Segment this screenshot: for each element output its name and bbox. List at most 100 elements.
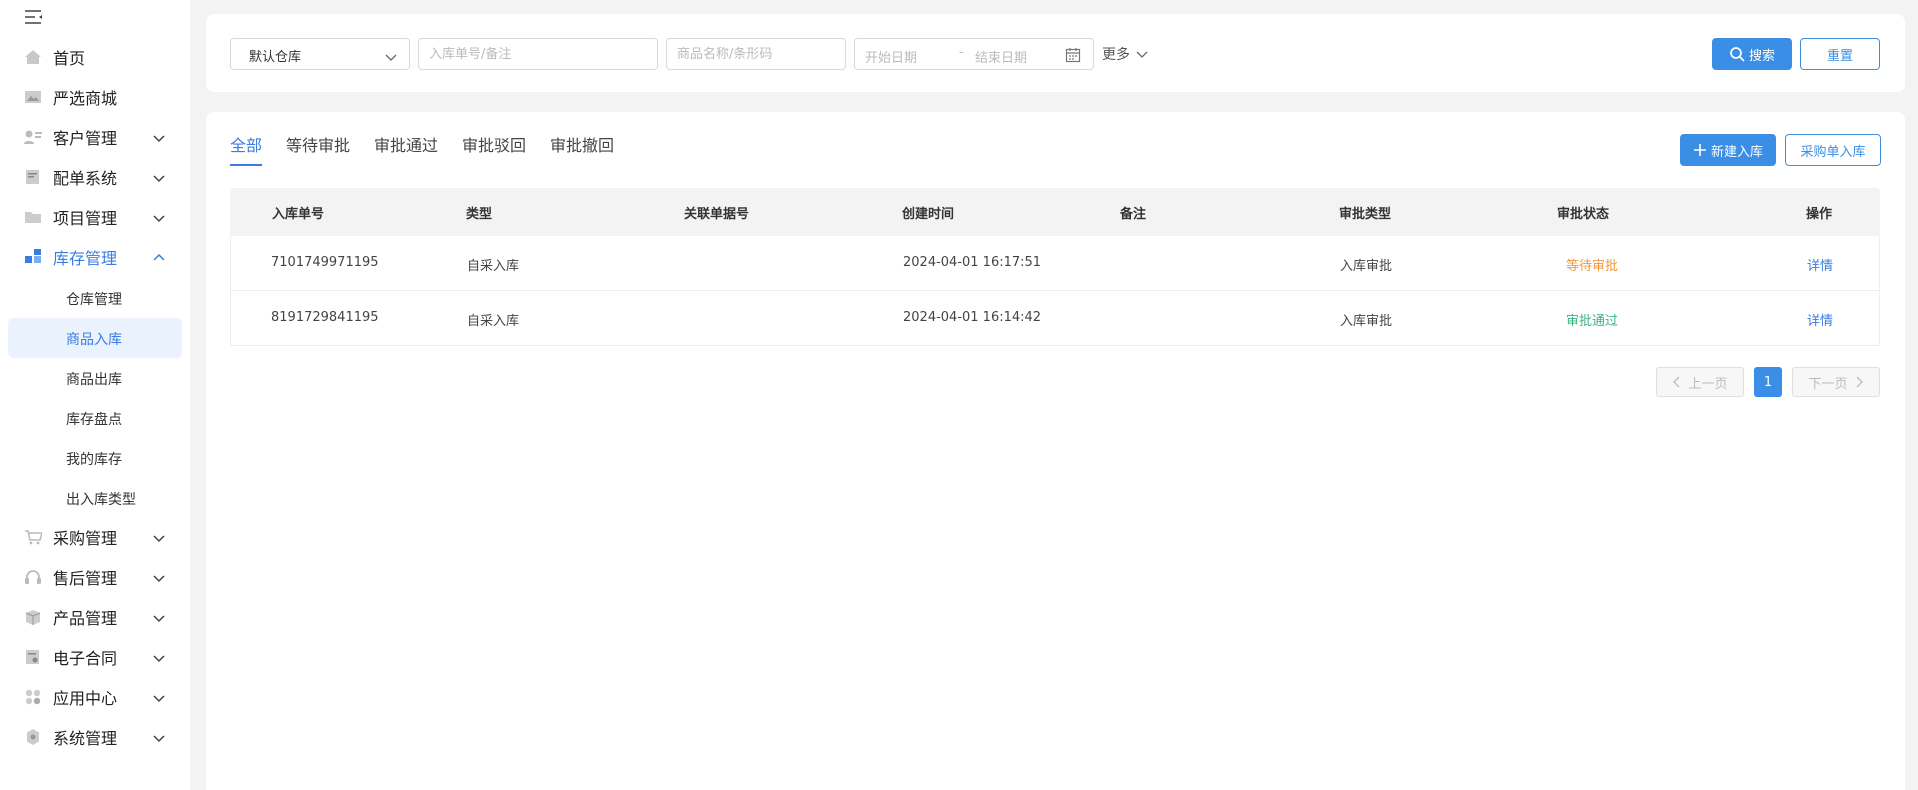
menu-collapse-icon[interactable]: [24, 8, 44, 28]
table-row: 7101749971195 自采入库 2024-04-01 16:17:51 入…: [230, 236, 1880, 291]
sidebar-item-mall[interactable]: 严选商城: [8, 77, 182, 117]
end-date-input[interactable]: 结束日期: [975, 47, 1027, 66]
new-inbound-button[interactable]: 新建入库: [1680, 134, 1776, 166]
sidebar-item-label: 售后管理: [53, 569, 118, 588]
tab-withdrawn[interactable]: 审批撤回: [550, 132, 614, 156]
sidebar-item-app-center[interactable]: 应用中心: [8, 677, 182, 717]
chevron-down-icon: [152, 690, 166, 704]
filter-bar: 默认仓库 开始日期 - 结束日期 更多 搜索 重置: [206, 14, 1905, 92]
sidebar-item-inventory[interactable]: 库存管理: [8, 237, 182, 277]
column-header: 操作: [1806, 207, 1833, 222]
more-filters-toggle[interactable]: 更多: [1102, 44, 1148, 64]
sidebar-item-label: 客户管理: [53, 129, 118, 148]
apps-icon: [24, 689, 42, 705]
sidebar-item-label: 首页: [53, 49, 86, 68]
chevron-down-icon: [152, 130, 166, 144]
sidebar-subitem-label: 仓库管理: [66, 292, 122, 308]
sidebar-item-purchasing[interactable]: 采购管理: [8, 517, 182, 557]
sidebar-subitem-goods-outbound[interactable]: 商品出库: [8, 358, 182, 398]
order-number: 8191729841195: [271, 310, 379, 325]
sidebar-item-label: 严选商城: [53, 89, 118, 108]
sidebar-subitem-label: 我的库存: [66, 452, 122, 468]
tab-approved[interactable]: 审批通过: [374, 132, 438, 156]
sidebar-item-projects[interactable]: 项目管理: [8, 197, 182, 237]
order-search-input[interactable]: [418, 38, 658, 70]
contract-icon: [24, 649, 42, 665]
active-tab-indicator: [230, 164, 262, 166]
new-inbound-label: 新建入库: [1710, 144, 1763, 160]
sidebar-subitem-io-types[interactable]: 出入库类型: [8, 478, 182, 518]
approval-type: 入库审批: [1340, 314, 1393, 329]
chevron-down-icon: [152, 530, 166, 544]
more-filters-label: 更多: [1102, 47, 1130, 63]
sidebar-item-label: 应用中心: [53, 689, 118, 708]
warehouse-select[interactable]: 默认仓库: [230, 38, 410, 70]
sidebar-subitem-label: 库存盘点: [66, 412, 122, 428]
image-icon: [24, 89, 42, 105]
prev-page-label: 上一页: [1688, 376, 1728, 392]
chevron-down-icon: [152, 570, 166, 584]
next-page-label: 下一页: [1808, 376, 1848, 392]
column-header: 入库单号: [272, 207, 325, 222]
tab-all[interactable]: 全部: [230, 132, 262, 156]
column-header: 审批类型: [1339, 207, 1392, 222]
details-link[interactable]: 详情: [1807, 255, 1833, 274]
column-header: 类型: [466, 207, 493, 222]
page-number-current[interactable]: 1: [1754, 367, 1782, 397]
gear-icon: [24, 729, 42, 745]
column-header: 创建时间: [902, 207, 955, 222]
chevron-down-icon: [152, 210, 166, 224]
created-time: 2024-04-01 16:14:42: [903, 310, 1042, 325]
chevron-left-icon: [1672, 376, 1682, 388]
approval-type: 入库审批: [1340, 259, 1393, 274]
sidebar-item-label: 配单系统: [53, 169, 118, 188]
sidebar-item-label: 采购管理: [53, 529, 118, 548]
folder-icon: [24, 209, 42, 225]
inbound-type: 自采入库: [467, 314, 520, 329]
next-page-button[interactable]: 下一页: [1792, 367, 1880, 397]
chevron-down-icon: [152, 650, 166, 664]
sidebar-subitem-stocktake[interactable]: 库存盘点: [8, 398, 182, 438]
document-icon: [24, 169, 42, 185]
sidebar-item-quote-system[interactable]: 配单系统: [8, 157, 182, 197]
reset-button-label: 重置: [1826, 48, 1853, 64]
sidebar-item-label: 库存管理: [53, 249, 118, 268]
purchase-order-inbound-label: 采购单入库: [1800, 144, 1866, 160]
search-icon: [1729, 46, 1745, 62]
calendar-icon[interactable]: [1065, 47, 1081, 63]
chevron-down-icon: [152, 170, 166, 184]
sidebar-item-label: 电子合同: [53, 649, 118, 668]
blocks-icon: [24, 249, 42, 265]
sidebar-subitem-goods-inbound[interactable]: 商品入库: [8, 318, 182, 358]
sidebar-subitem-warehouse[interactable]: 仓库管理: [8, 278, 182, 318]
product-search-input[interactable]: [666, 38, 846, 70]
sidebar-item-home[interactable]: 首页: [8, 37, 182, 77]
sidebar-subitem-label: 出入库类型: [66, 492, 136, 508]
reset-button[interactable]: 重置: [1800, 38, 1880, 70]
status-badge: 等待审批: [1566, 259, 1619, 274]
sidebar: 首页 严选商城 客户管理 配单系统 项目管理 库存管理 仓库管理 商品入库 商品…: [0, 0, 190, 790]
details-link[interactable]: 详情: [1807, 310, 1833, 329]
sidebar-item-customers[interactable]: 客户管理: [8, 117, 182, 157]
prev-page-button[interactable]: 上一页: [1656, 367, 1744, 397]
chevron-down-icon: [152, 730, 166, 744]
sidebar-subitem-my-inventory[interactable]: 我的库存: [8, 438, 182, 478]
sidebar-item-label: 项目管理: [53, 209, 118, 228]
inbound-type: 自采入库: [467, 259, 520, 274]
home-icon: [24, 49, 42, 65]
status-badge: 审批通过: [1566, 314, 1619, 329]
sidebar-item-products[interactable]: 产品管理: [8, 597, 182, 637]
cart-icon: [24, 529, 42, 545]
start-date-input[interactable]: 开始日期: [865, 47, 917, 66]
tab-pending[interactable]: 等待审批: [286, 132, 350, 156]
date-range-picker[interactable]: 开始日期 - 结束日期: [854, 38, 1094, 70]
search-button[interactable]: 搜索: [1712, 38, 1792, 70]
sidebar-item-system[interactable]: 系统管理: [8, 717, 182, 757]
sidebar-item-contracts[interactable]: 电子合同: [8, 637, 182, 677]
sidebar-item-after-sales[interactable]: 售后管理: [8, 557, 182, 597]
sidebar-subitem-label: 商品出库: [66, 372, 122, 388]
chevron-up-icon: [152, 250, 166, 264]
chevron-down-icon: [385, 48, 397, 61]
tab-rejected[interactable]: 审批驳回: [462, 132, 526, 156]
purchase-order-inbound-button[interactable]: 采购单入库: [1785, 134, 1881, 166]
